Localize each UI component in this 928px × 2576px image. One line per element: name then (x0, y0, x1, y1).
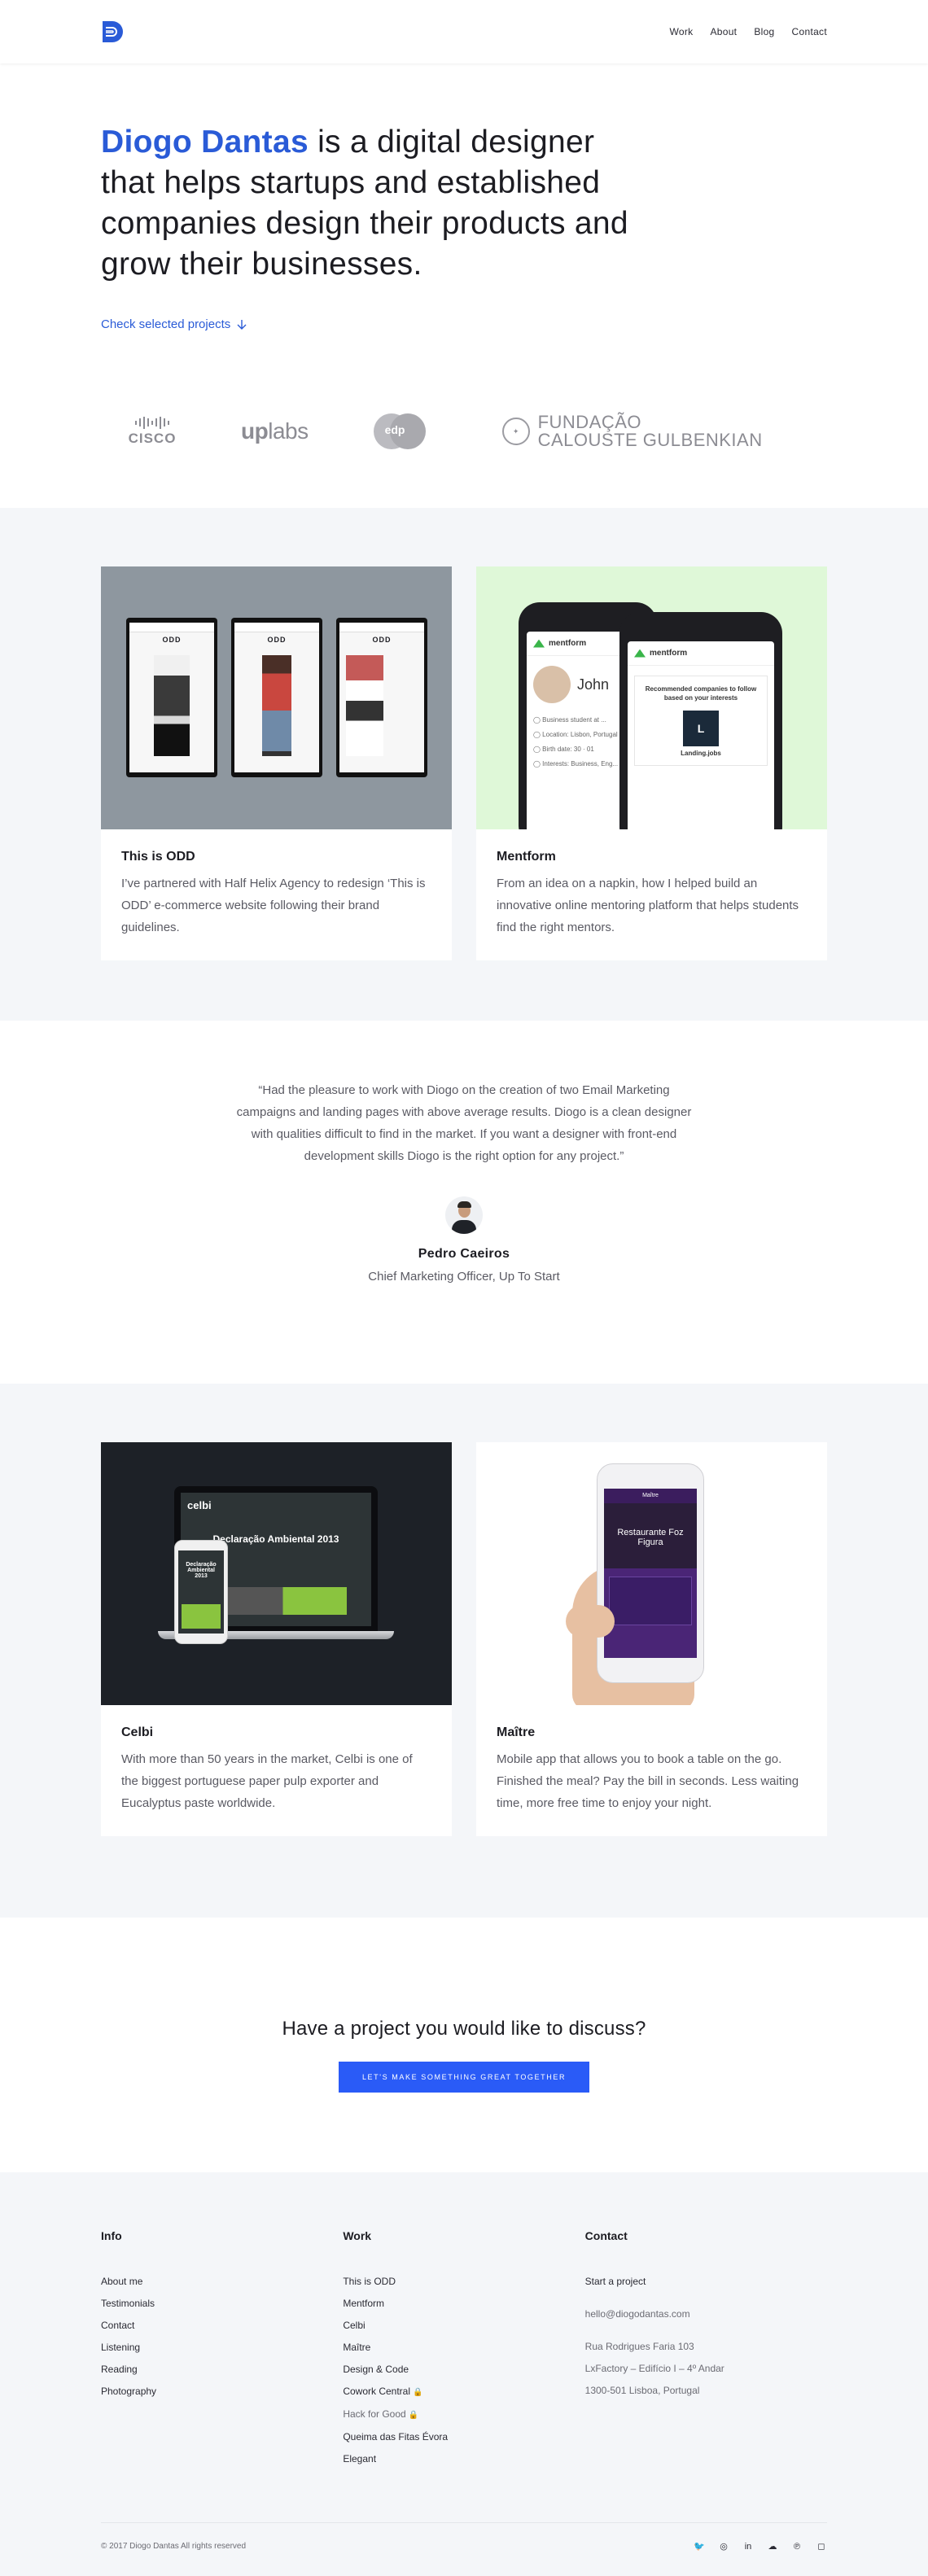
site-header: Work About Blog Contact (0, 0, 928, 63)
instagram-icon[interactable]: ◻ (816, 2541, 827, 2552)
copyright: © 2017 Diogo Dantas All rights reserved (101, 2542, 247, 2551)
project-card-celbi[interactable]: celbi Declaração Ambiental 2013 Declaraç… (101, 1442, 452, 1836)
main-nav: Work About Blog Contact (669, 26, 827, 37)
project-image-mentform: mentform John ◯ Business student at ... ◯… (476, 566, 827, 829)
nav-blog[interactable]: Blog (754, 26, 774, 37)
project-title: Celbi (121, 1725, 154, 1739)
pinterest-icon[interactable]: ℗ (791, 2542, 803, 2552)
lock-icon: 🔒 (413, 2388, 423, 2397)
footer-link[interactable]: Photography (101, 2381, 343, 2403)
footer-link[interactable]: Mentform (343, 2293, 584, 2315)
footer-link-locked[interactable]: Hack for Good 🔒 (343, 2403, 584, 2426)
dribbble-icon[interactable]: ◎ (718, 2541, 729, 2552)
linkedin-icon[interactable]: in (742, 2542, 754, 2552)
avatar (445, 1196, 483, 1234)
site-footer: Info About me Testimonials Contact Liste… (0, 2172, 928, 2576)
footer-link[interactable]: Maître (343, 2337, 584, 2359)
clients-logos: CISCO up labs edp ✦ FUNDAÇÃO CALOUSTE GULB… (101, 407, 827, 456)
project-description: I’ve partnered with Half Helix Agency to… (121, 877, 426, 934)
footer-link[interactable]: Reading (101, 2359, 343, 2381)
footer-contact-column: Contact Start a project hello@diogodanta… (585, 2229, 827, 2470)
project-description: Mobile app that allows you to book a tab… (497, 1752, 799, 1810)
check-projects-link[interactable]: Check selected projects (101, 317, 247, 331)
project-description: With more than 50 years in the market, C… (121, 1752, 413, 1810)
lock-icon: 🔒 (408, 2411, 419, 2420)
social-links: 🐦 ◎ in ☁ ℗ ◻ (694, 2541, 827, 2552)
project-card-mentform[interactable]: mentform John ◯ Business student at ... ◯… (476, 566, 827, 960)
nav-contact[interactable]: Contact (792, 26, 827, 37)
arrow-down-icon (237, 319, 247, 330)
uplabs-logo: up labs (241, 418, 309, 444)
footer-link[interactable]: Listening (101, 2337, 343, 2359)
logo-icon[interactable] (101, 20, 125, 44)
projects-section-2: celbi Declaração Ambiental 2013 Declaraç… (0, 1384, 928, 1918)
footer-link[interactable]: Celbi (343, 2315, 584, 2337)
twitter-icon[interactable]: 🐦 (694, 2541, 705, 2552)
project-title: Maître (497, 1725, 536, 1739)
soundcloud-icon[interactable]: ☁ (767, 2541, 778, 2552)
nav-work[interactable]: Work (669, 26, 693, 37)
footer-link-locked[interactable]: Cowork Central 🔒 (343, 2381, 584, 2403)
testimonial-quote: “Had the pleasure to work with Diogo on … (236, 1083, 692, 1163)
footer-link[interactable]: Elegant (343, 2448, 584, 2470)
testimonial-name: Pedro Caeiros (418, 1247, 510, 1261)
project-description: From an idea on a napkin, how I helped b… (497, 877, 799, 934)
project-title: This is ODD (121, 850, 195, 864)
project-image-odd: ODD ODD ODD (101, 566, 452, 829)
gulbenkian-logo: ✦ FUNDAÇÃO CALOUSTE GULBENKIAN (501, 413, 763, 449)
project-card-odd[interactable]: ODD ODD ODD This is ODD I’ve partnered w… (101, 566, 452, 960)
footer-link[interactable]: Design & Code (343, 2359, 584, 2381)
hero-section: Diogo Dantas is a digital designer that … (0, 63, 928, 508)
address-line: LxFactory – Edifício I – 4º Andar (584, 2363, 724, 2374)
project-image-maitre: Maître Restaurante Foz Figura (476, 1442, 827, 1705)
testimonial-role: Chief Marketing Officer, Up To Start (368, 1270, 560, 1284)
cta-heading: Have a project you would like to discuss… (282, 2018, 646, 2040)
check-projects-label: Check selected projects (101, 317, 231, 331)
testimonial-section: “Had the pleasure to work with Diogo on … (0, 1021, 928, 1384)
email-link[interactable]: hello@diogodantas.com (585, 2303, 827, 2325)
project-image-celbi: celbi Declaração Ambiental 2013 Declaraç… (101, 1442, 452, 1705)
footer-link[interactable]: Contact (101, 2315, 343, 2337)
nav-about[interactable]: About (710, 26, 737, 37)
address-line: Rua Rodrigues Faria 103 (584, 2341, 694, 2352)
footer-link[interactable]: Queima das Fitas Évora (343, 2426, 584, 2448)
start-project-button[interactable]: LET'S MAKE SOMETHING GREAT TOGETHER (339, 2062, 589, 2093)
footer-link[interactable]: This is ODD (343, 2271, 584, 2293)
footer-work-column: Work This is ODD Mentform Celbi Maître D… (343, 2229, 584, 2470)
cisco-logo: CISCO (124, 416, 181, 447)
footer-link[interactable]: About me (101, 2271, 343, 2293)
project-title: Mentform (497, 850, 556, 864)
projects-section-1: ODD ODD ODD This is ODD I’ve partnered w… (0, 508, 928, 1021)
hero-name: Diogo Dantas (101, 125, 309, 160)
edp-logo: edp (372, 411, 427, 452)
start-project-link[interactable]: Start a project (585, 2271, 827, 2293)
footer-work-title: Work (343, 2229, 372, 2242)
footer-info-title: Info (101, 2229, 122, 2242)
footer-info-column: Info About me Testimonials Contact Liste… (101, 2229, 343, 2470)
cta-section: Have a project you would like to discuss… (0, 1918, 928, 2172)
footer-contact-title: Contact (584, 2229, 628, 2242)
footer-link[interactable]: Testimonials (101, 2293, 343, 2315)
footer-bottom: © 2017 Diogo Dantas All rights reserved … (101, 2522, 827, 2552)
project-card-maitre[interactable]: Maître Restaurante Foz Figura Maître Mob… (476, 1442, 827, 1836)
address-line: 1300-501 Lisboa, Portugal (584, 2385, 700, 2396)
hero-headline: Diogo Dantas is a digital designer that … (101, 122, 638, 285)
